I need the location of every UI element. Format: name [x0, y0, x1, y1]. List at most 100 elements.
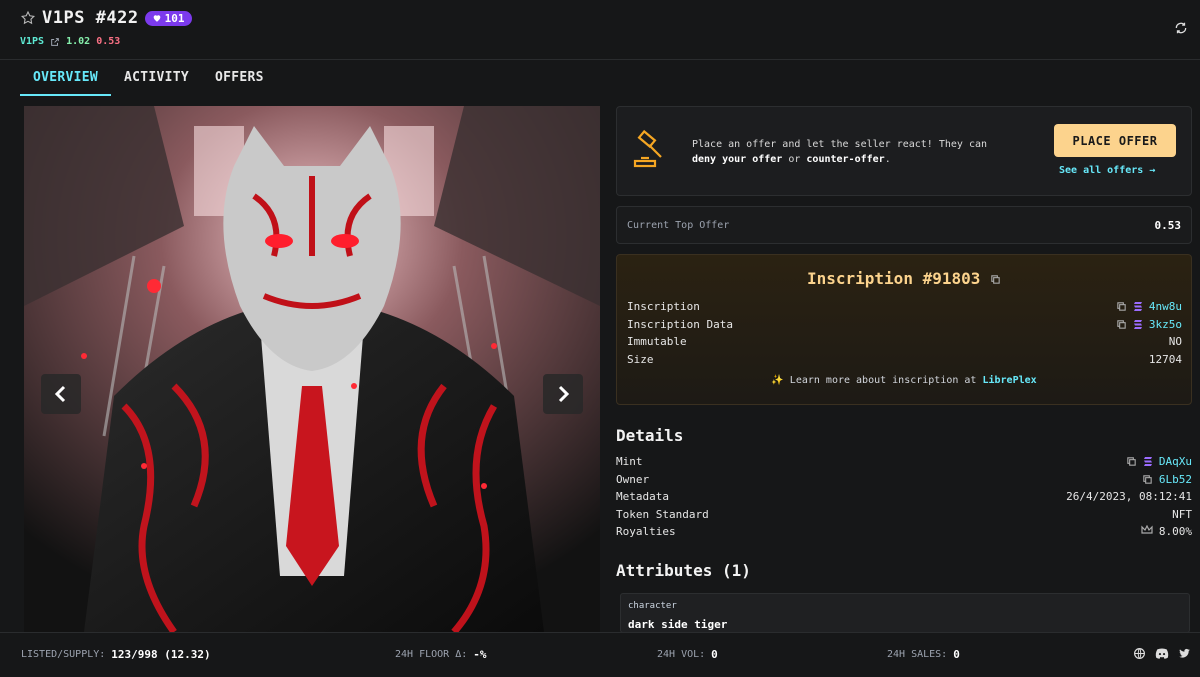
offer-text-bold-2: counter-offer: [806, 154, 885, 165]
immutable-value: NO: [1168, 335, 1182, 349]
row-key: Metadata: [616, 490, 669, 504]
inscription-title-row: Inscription #91803: [617, 269, 1191, 288]
copy-icon[interactable]: [1116, 301, 1127, 312]
offer-text-mid: or: [782, 154, 807, 165]
price-down: 0.53: [96, 36, 121, 47]
metadata-row: Metadata 26/4/2023, 08:12:41: [616, 488, 1192, 506]
details-heading: Details: [616, 426, 684, 445]
offer-text-1: Place an offer and let the seller react!…: [692, 139, 988, 150]
inscription-card: Inscription #91803 Inscription 4nw8u Ins…: [616, 254, 1192, 405]
collection-header: V1PS #422 101 V1PS 1.02 0.53: [0, 0, 1200, 60]
row-value: 6Lb52: [1142, 473, 1192, 486]
royalties-row: Royalties 8.00%: [616, 523, 1192, 541]
attribute-card[interactable]: character dark side tiger: [620, 593, 1190, 633]
row-key: Inscription: [627, 300, 700, 314]
place-offer-button[interactable]: PLACE OFFER: [1054, 124, 1176, 157]
inscription-link[interactable]: 4nw8u: [1149, 300, 1182, 313]
copy-icon[interactable]: [1142, 474, 1153, 485]
sales-value: 0: [953, 648, 960, 661]
floor-value: -%: [473, 648, 487, 661]
globe-icon[interactable]: [1133, 647, 1146, 660]
discord-icon[interactable]: [1155, 647, 1169, 660]
tab-activity[interactable]: ACTIVITY: [111, 62, 202, 96]
attribute-value: dark side tiger: [628, 618, 728, 631]
tab-offers[interactable]: OFFERS: [202, 62, 277, 96]
tiger-artwork: [24, 106, 600, 632]
row-key: Immutable: [627, 335, 687, 349]
attributes-heading: Attributes (1): [616, 561, 751, 580]
row-key: Royalties: [616, 525, 676, 539]
top-offer-value: 0.53: [1154, 219, 1182, 232]
previous-image-button[interactable]: [41, 374, 81, 414]
solana-icon: [1133, 301, 1143, 312]
favorites-count: 101: [164, 11, 185, 25]
tab-overview[interactable]: OVERVIEW: [20, 62, 112, 96]
size-row: Size 12704: [627, 351, 1182, 369]
owner-row: Owner 6Lb52: [616, 471, 1192, 489]
next-image-button[interactable]: [543, 374, 583, 414]
volume-stat: 24H VOL: 0: [657, 648, 718, 661]
current-top-offer: Current Top Offer 0.53: [616, 206, 1192, 244]
row-key: Mint: [616, 455, 643, 469]
place-offer-card: Place an offer and let the seller react!…: [616, 106, 1192, 196]
copy-icon[interactable]: [990, 274, 1001, 285]
gavel-icon: [631, 129, 671, 169]
offer-text-bold-1: deny your offer: [692, 154, 783, 165]
offer-text-end: .: [884, 154, 891, 165]
metadata-link[interactable]: 26/4/2023, 08:12:41: [1066, 490, 1192, 503]
token-standard-row: Token Standard NFT: [616, 506, 1192, 524]
row-value: DAqXu: [1126, 455, 1192, 468]
size-value: 12704: [1148, 352, 1182, 366]
inscription-data-link[interactable]: 3kz5o: [1149, 318, 1182, 331]
row-key: Owner: [616, 472, 650, 486]
listed-label: LISTED/SUPPLY:: [21, 649, 106, 660]
sales-label: 24H SALES:: [887, 649, 948, 660]
attribute-type: character: [628, 601, 677, 611]
favorites-badge[interactable]: 101: [144, 10, 192, 26]
owner-link[interactable]: 6Lb52: [1159, 473, 1192, 486]
see-all-offers-link[interactable]: See all offers →: [1059, 165, 1155, 176]
learn-more-text: ✨ Learn more about inscription at: [771, 375, 983, 386]
heart-icon: [153, 15, 160, 22]
collection-subrow: V1PS 1.02 0.53: [20, 36, 120, 47]
sales-stat: 24H SALES: 0: [887, 648, 960, 661]
solana-icon: [1133, 319, 1143, 330]
mint-link[interactable]: DAqXu: [1159, 455, 1192, 468]
solana-icon: [1143, 456, 1153, 467]
star-icon[interactable]: [20, 10, 36, 26]
royalties-value: 8.00%: [1158, 525, 1192, 539]
mint-row: Mint DAqXu: [616, 453, 1192, 471]
offer-description: Place an offer and let the seller react!…: [692, 137, 1032, 167]
twitter-icon[interactable]: [1178, 647, 1191, 660]
floor-label: 24H FLOOR Δ:: [395, 649, 468, 660]
chevron-left-icon: [54, 385, 66, 403]
row-key: Inscription Data: [627, 317, 733, 331]
copy-icon[interactable]: [1126, 456, 1137, 467]
nft-image: [24, 106, 600, 632]
price-up: 1.02: [66, 36, 91, 47]
listed-value: 123/998 (12.32): [111, 648, 211, 661]
libreplex-link[interactable]: LibrePlex: [982, 375, 1036, 386]
crown-icon: [1141, 524, 1153, 538]
immutable-row: Immutable NO: [627, 333, 1182, 351]
vol-value: 0: [711, 648, 718, 661]
row-value: 3kz5o: [1116, 318, 1182, 331]
title-row: V1PS #422 101: [20, 8, 192, 28]
listed-supply-stat: LISTED/SUPPLY: 123/998 (12.32): [21, 648, 211, 661]
chevron-right-icon: [558, 385, 570, 403]
top-offer-label: Current Top Offer: [627, 220, 730, 231]
inscription-title: Inscription #91803: [806, 269, 981, 288]
vol-label: 24H VOL:: [657, 649, 706, 660]
collection-link[interactable]: V1PS: [20, 36, 44, 47]
row-value: 4nw8u: [1116, 300, 1182, 313]
refresh-icon[interactable]: [1174, 20, 1188, 34]
inscription-data-row: Inscription Data 3kz5o: [627, 316, 1182, 334]
row-key: Size: [627, 352, 654, 366]
token-standard-value: NFT: [1172, 507, 1192, 521]
row-value: 8.00%: [1141, 524, 1192, 539]
copy-icon[interactable]: [1116, 319, 1127, 330]
external-link-icon[interactable]: [50, 37, 60, 47]
page-title: V1PS #422: [42, 8, 139, 28]
details-list: Mint DAqXu Owner 6Lb52 Metadata 26/4/202…: [616, 453, 1192, 541]
row-key: Token Standard: [616, 507, 709, 521]
